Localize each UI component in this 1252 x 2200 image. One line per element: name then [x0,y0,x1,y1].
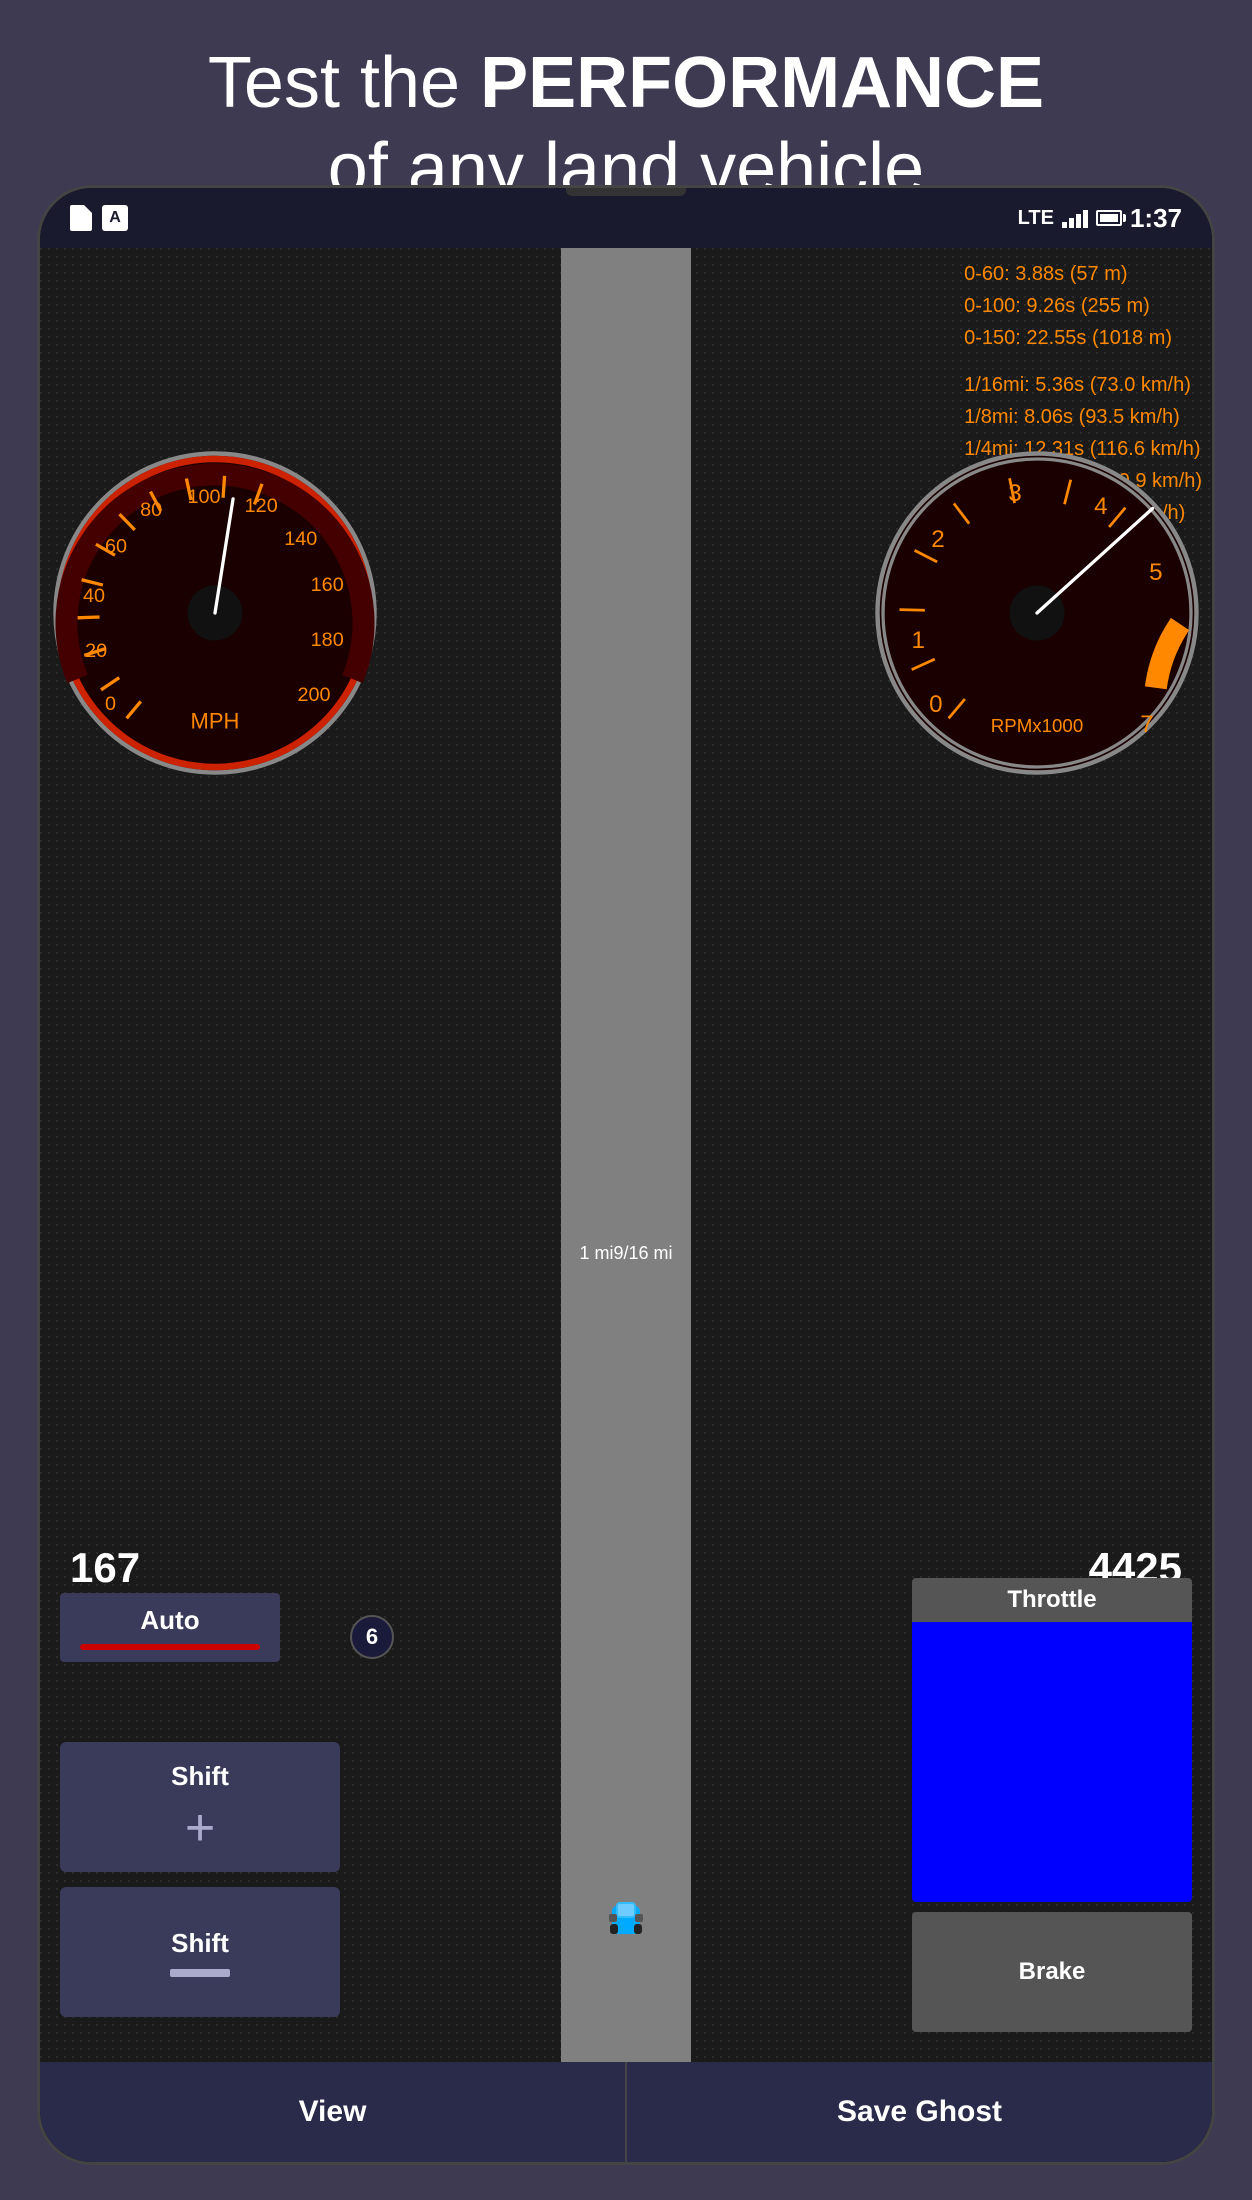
speedometer: 0 20 40 60 80 100 120 140 160 180 200 [50,448,380,778]
svg-text:7: 7 [1140,711,1153,738]
svg-text:RPMx1000: RPMx1000 [991,715,1083,736]
stat-0-100: 0-100: 9.26s (255 m) [964,290,1202,322]
speed-display: 167 [70,1544,140,1592]
speedometer-svg: 0 20 40 60 80 100 120 140 160 180 200 [50,448,380,778]
page-background: Test the PERFORMANCE of any land vehicle… [0,0,1252,243]
brake-area[interactable]: Brake [912,1912,1192,2032]
bottom-buttons: View Save Ghost [40,2062,1212,2162]
gauges-row: 0 20 40 60 80 100 120 140 160 180 200 [40,448,1212,778]
svg-text:1: 1 [911,627,924,654]
header-line1: Test the PERFORMANCE [208,43,1044,123]
view-label: View [299,2095,367,2128]
battery-icon [1096,210,1122,226]
gear-badge: 6 [350,1615,394,1659]
svg-text:2: 2 [931,526,944,553]
acceleration-stats: 0-60: 3.88s (57 m) 0-100: 9.26s (255 m) … [964,258,1202,354]
auto-label: Auto [140,1605,199,1635]
svg-text:0: 0 [105,693,116,715]
battery-fill [1100,214,1118,222]
view-button[interactable]: View [40,2062,627,2162]
signal-bar-1 [1062,222,1067,228]
stat-0-60: 0-60: 3.88s (57 m) [964,258,1202,290]
stat-0-150: 0-150: 22.55s (1018 m) [964,322,1202,354]
status-bar-left: A [70,205,128,231]
svg-text:200: 200 [297,684,330,706]
stat-1-16mi: 1/16mi: 5.36s (73.0 km/h) [964,369,1202,401]
svg-text:40: 40 [83,585,105,607]
shift-down-button[interactable]: Shift [60,1887,340,2017]
lte-indicator: LTE [1018,207,1054,230]
gear-number: 6 [366,1624,378,1650]
svg-text:60: 60 [105,536,127,558]
road-distance-label: 1 mi9/16 mi [579,1243,672,1264]
auto-button[interactable]: Auto [60,1593,280,1662]
status-bar: A LTE 1:37 [40,188,1212,248]
svg-text:3: 3 [1008,480,1021,507]
signal-bar-3 [1076,214,1081,228]
svg-text:MPH: MPH [191,709,240,734]
phone-notch [566,188,686,196]
signal-bar-2 [1069,218,1074,228]
svg-text:100: 100 [187,486,220,508]
shift-buttons: Shift + Shift [60,1742,340,2032]
speed-value: 167 [70,1544,140,1591]
phone-frame: A LTE 1:37 1 mi9/16 mi [37,185,1215,2165]
sd-card-icon [70,205,92,231]
car-icon [608,1894,644,1942]
save-ghost-button[interactable]: Save Ghost [627,2062,1212,2162]
signal-bar-4 [1083,210,1088,228]
signal-bars-icon [1062,208,1088,228]
svg-text:6: 6 [1153,642,1166,669]
svg-text:180: 180 [311,629,344,651]
stat-1-8mi: 1/8mi: 8.06s (93.5 km/h) [964,401,1202,433]
svg-text:140: 140 [284,528,317,550]
svg-text:80: 80 [140,499,162,521]
accessibility-icon: A [102,205,128,231]
throttle-bar[interactable] [912,1622,1192,1902]
svg-text:5: 5 [1149,559,1162,586]
throttle-label: Throttle [912,1578,1192,1622]
tachometer: 0 1 2 3 4 5 6 7 RPMx1000 [872,448,1202,778]
brake-label: Brake [1019,1958,1086,1986]
clock: 1:37 [1130,203,1182,234]
shift-plus-icon: + [185,1802,215,1854]
shift-down-label: Shift [171,1928,229,1959]
shift-up-button[interactable]: Shift + [60,1742,340,1872]
shift-up-label: Shift [171,1761,229,1792]
save-ghost-label: Save Ghost [837,2095,1002,2128]
svg-text:0: 0 [929,691,942,718]
tachometer-svg: 0 1 2 3 4 5 6 7 RPMx1000 [872,448,1202,778]
svg-text:4: 4 [1094,493,1107,520]
svg-text:120: 120 [245,495,278,517]
svg-text:160: 160 [311,574,344,596]
app-content: 1 mi9/16 mi 0-60: 3 [40,248,1212,2162]
svg-text:20: 20 [85,640,107,662]
brake-section: Brake [912,1912,1192,2032]
right-controls: Throttle Brake [912,1578,1192,2032]
shift-minus-icon [170,1969,230,1977]
throttle-section: Throttle [912,1578,1192,1902]
status-bar-right: LTE 1:37 [1018,203,1182,234]
